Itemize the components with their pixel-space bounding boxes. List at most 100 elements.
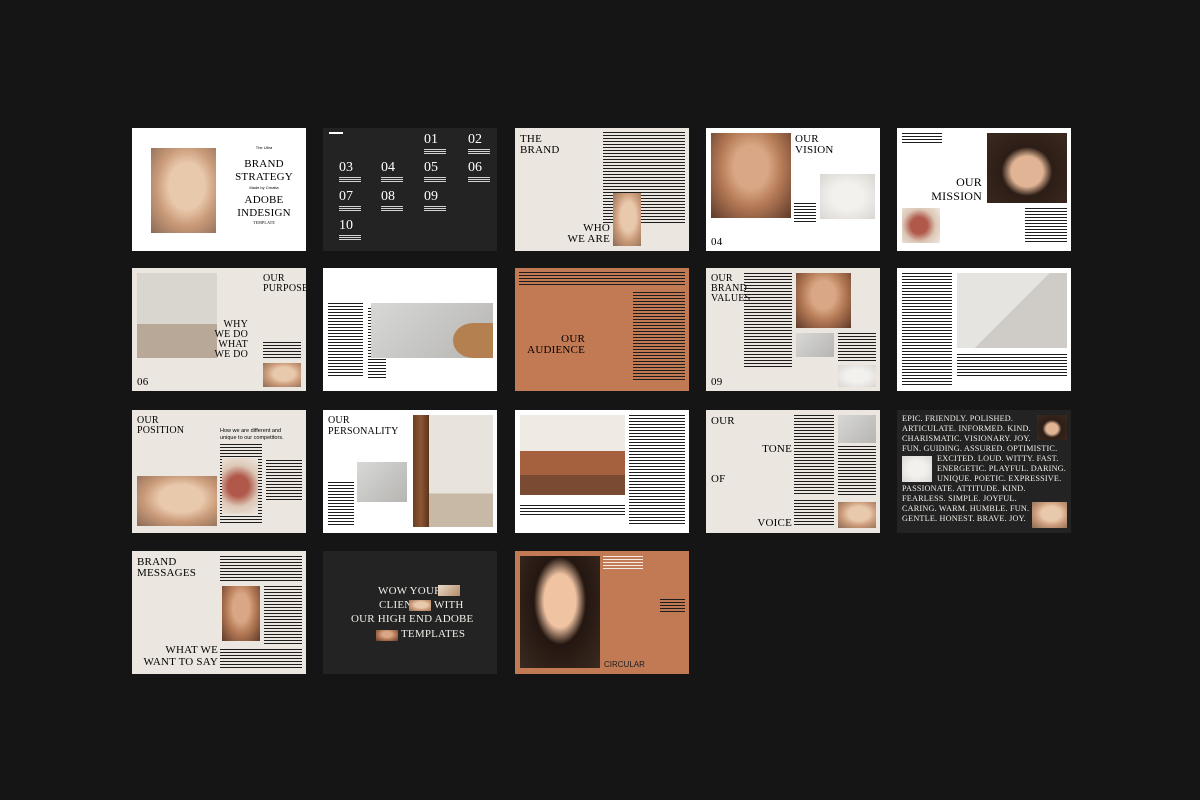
cover-title-2: STRATEGY bbox=[235, 171, 293, 183]
messages-body-text bbox=[264, 586, 302, 646]
wow-inline-photo-2 bbox=[409, 600, 431, 611]
personality-body-text bbox=[328, 482, 354, 527]
tone-body-text-3 bbox=[794, 500, 834, 526]
circular-body-text bbox=[660, 599, 685, 613]
tone-word-voice: VOICE bbox=[757, 517, 792, 529]
position-lead-2: unique to our competitors. bbox=[220, 435, 284, 441]
position-heading-2: POSITION bbox=[137, 425, 185, 436]
objects-bowl-shape bbox=[453, 323, 493, 358]
contents-caption bbox=[339, 235, 361, 241]
purpose-sub-4: WE DO bbox=[214, 349, 248, 360]
tone-word-our: OUR bbox=[711, 415, 735, 427]
words-line: EPIC. FRIENDLY. POLISHED. bbox=[902, 414, 1014, 423]
slide-bedroom[interactable] bbox=[515, 410, 689, 533]
page: { "slide1": {"kicker":"The Ultra","title… bbox=[0, 0, 1200, 800]
contents-number: 10 bbox=[339, 218, 353, 233]
slide-our-personality[interactable]: OUR PERSONALITY bbox=[323, 410, 497, 533]
slide-the-brand[interactable]: THE BRAND WHO WE ARE bbox=[515, 128, 689, 251]
words-line: FEARLESS. SIMPLE. JOYFUL. bbox=[902, 494, 1017, 503]
personality-roller-photo bbox=[357, 462, 407, 502]
position-portrait-photo bbox=[137, 476, 217, 526]
values-page-number: 09 bbox=[711, 376, 723, 388]
stairs-caption-text bbox=[957, 354, 1067, 376]
slide-stairs[interactable] bbox=[897, 268, 1071, 391]
slide-our-purpose[interactable]: OUR PURPOSE WHY WE DO WHAT WE DO 06 bbox=[132, 268, 306, 391]
words-portrait-photo-2 bbox=[1032, 502, 1067, 528]
contents-caption bbox=[339, 177, 361, 183]
contents-number: 04 bbox=[381, 160, 395, 175]
purpose-body-text bbox=[263, 342, 301, 360]
words-line: UNIQUE. POETIC. EXPRESSIVE. bbox=[937, 474, 1062, 483]
mission-heading-1: OUR bbox=[956, 175, 982, 189]
slide-our-position[interactable]: OUR POSITION How we are different and un… bbox=[132, 410, 306, 533]
cover-byline: Made by Creatia bbox=[249, 185, 279, 190]
contents-caption bbox=[424, 149, 446, 155]
contents-caption bbox=[424, 177, 446, 183]
contents-caption bbox=[339, 206, 361, 212]
slide-our-audience[interactable]: OUR AUDIENCE bbox=[515, 268, 689, 391]
slide-tone-of-voice[interactable]: OUR TONE OF VOICE bbox=[706, 410, 880, 533]
contents-number: 06 bbox=[468, 160, 482, 175]
slide-circular[interactable]: CIRCULAR bbox=[515, 551, 689, 674]
values-product-photo bbox=[796, 333, 834, 357]
tone-word-of: OF bbox=[711, 473, 726, 485]
vision-heading-2: VISION bbox=[795, 144, 834, 156]
words-portrait-photo-1 bbox=[1037, 415, 1067, 440]
audience-intro-text bbox=[519, 272, 685, 287]
wow-inline-photo-1 bbox=[438, 585, 460, 596]
purpose-page-number: 06 bbox=[137, 376, 149, 388]
mission-portrait-photo bbox=[987, 133, 1067, 203]
vision-portrait-photo bbox=[711, 133, 791, 218]
tone-object-photo bbox=[838, 415, 876, 443]
messages-portrait-photo bbox=[222, 586, 260, 641]
purpose-heading-2: PURPOSE bbox=[263, 283, 306, 294]
slide-brand-messages[interactable]: BRAND MESSAGES WHAT WE WANT TO SAY bbox=[132, 551, 306, 674]
cover-tag: TEMPLATE bbox=[252, 220, 276, 225]
cover-title-1: BRAND bbox=[244, 158, 284, 170]
purpose-interior-photo bbox=[137, 273, 217, 358]
contents-caption bbox=[468, 177, 490, 183]
values-caption-text bbox=[838, 333, 876, 363]
values-hand-photo bbox=[838, 365, 876, 387]
audience-heading-2: AUDIENCE bbox=[527, 344, 585, 356]
words-line: EXCITED. LOUD. WITTY. FAST. bbox=[937, 454, 1059, 463]
contents-number: 03 bbox=[339, 160, 353, 175]
objects-body-text-1 bbox=[328, 303, 363, 378]
slide-our-mission[interactable]: OUR MISSION bbox=[897, 128, 1071, 251]
tone-body-text-1 bbox=[794, 415, 834, 495]
bedroom-interior-photo bbox=[520, 415, 625, 495]
cover-title-4: INDESIGN bbox=[237, 207, 291, 219]
tone-portrait-photo bbox=[838, 502, 876, 528]
words-line: GENTLE. HONEST. BRAVE. JOY. bbox=[902, 514, 1026, 523]
contents-caption bbox=[468, 149, 490, 155]
words-line: FUN. GUIDING. ASSURED. OPTIMISTIC. bbox=[902, 444, 1058, 453]
slide-brand-values[interactable]: OUR BRAND VALUES 09 bbox=[706, 268, 880, 391]
messages-caption-text bbox=[220, 649, 302, 669]
words-object-photo bbox=[902, 456, 932, 482]
slide-cover[interactable]: The Ultra BRAND STRATEGY Made by Creatia… bbox=[132, 128, 306, 251]
mission-body-text bbox=[1025, 208, 1067, 244]
brand-heading-2: BRAND bbox=[520, 144, 560, 156]
messages-sub-2: WANT TO SAY bbox=[143, 656, 218, 668]
contents-number: 07 bbox=[339, 189, 353, 204]
purpose-portrait-photo bbox=[263, 363, 301, 387]
tone-word-tone: TONE bbox=[762, 443, 792, 455]
slide-text-objects[interactable] bbox=[323, 268, 497, 391]
contents-caption bbox=[424, 206, 446, 212]
slide-wow[interactable]: WOW YOUR CLIENTS WITH OUR HIGH END ADOBE… bbox=[323, 551, 497, 674]
brand-subheading-2: WE ARE bbox=[567, 233, 610, 245]
wow-line-4: TEMPLATES bbox=[401, 628, 466, 640]
contents-number: 02 bbox=[468, 132, 482, 147]
stairs-interior-photo bbox=[957, 273, 1067, 348]
slide-contents[interactable]: 01 02 03 04 05 06 07 08 09 10 bbox=[323, 128, 497, 251]
personality-wood-panel bbox=[413, 415, 429, 527]
tone-body-text-2 bbox=[838, 446, 876, 496]
bedroom-body-text bbox=[629, 415, 685, 525]
cover-face-photo bbox=[151, 148, 216, 233]
personality-heading-2: PERSONALITY bbox=[328, 426, 399, 437]
slide-brand-words[interactable]: EPIC. FRIENDLY. POLISHED. ARTICULATE. IN… bbox=[897, 410, 1071, 533]
words-line: ARTICULATE. INFORMED. KIND. bbox=[902, 424, 1031, 433]
brand-face-photo bbox=[613, 193, 641, 246]
contents-caption bbox=[381, 177, 403, 183]
slide-our-vision[interactable]: OUR VISION 04 bbox=[706, 128, 880, 251]
